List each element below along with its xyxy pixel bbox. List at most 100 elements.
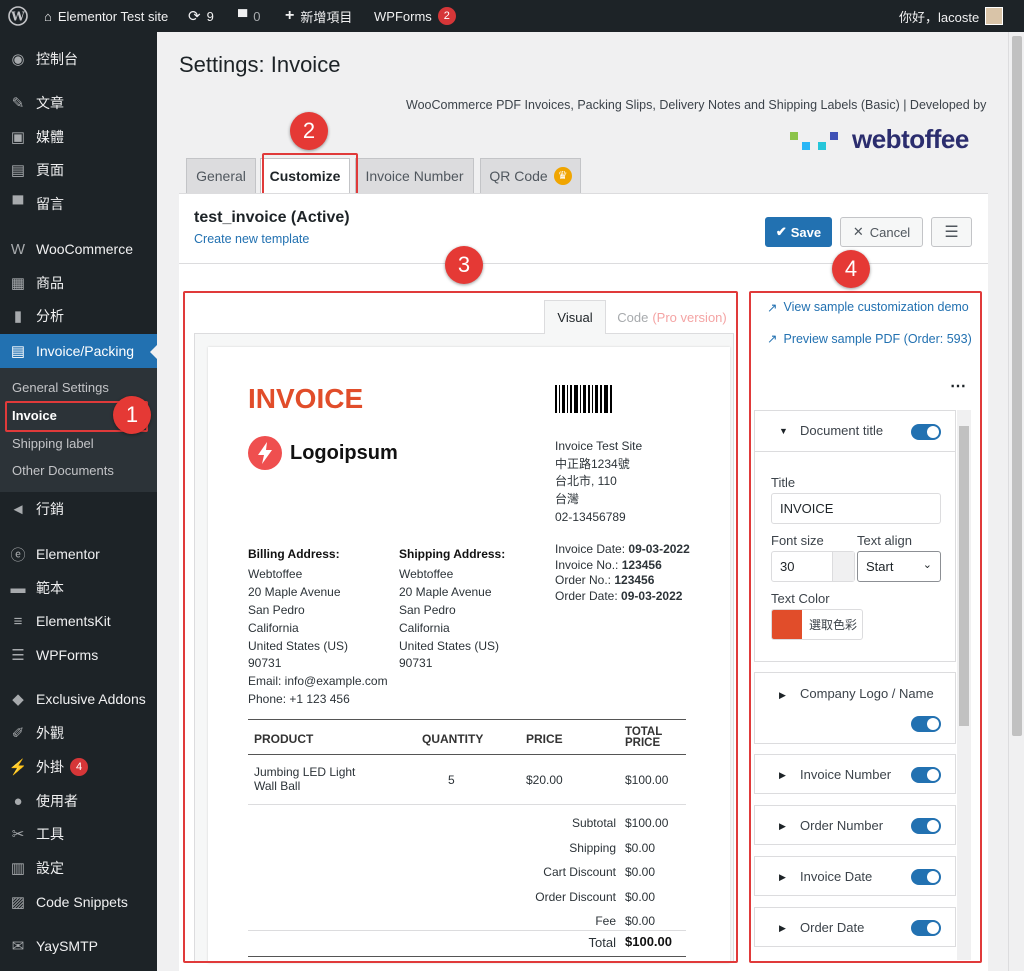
create-template-link[interactable]: Create new template	[194, 232, 309, 246]
avatar	[985, 7, 1004, 25]
highlight-box-editor	[183, 291, 738, 963]
annotation-marker-3: 3	[445, 246, 483, 284]
sidebar-item-label: YaySMTP	[36, 938, 98, 954]
plugin-update-badge: 4	[70, 758, 88, 776]
sidebar-item--9[interactable]: ◄ 行銷	[0, 492, 157, 526]
admin-bar: W ⌂ Elementor Test site ⟳ 9 ▀ 0 + 新增項目 W…	[0, 0, 1024, 32]
menu-button[interactable]: ☰	[931, 217, 972, 247]
sidebar-item-code-snippets[interactable]: ▨ Code Snippets	[0, 885, 157, 919]
save-button[interactable]: ✔ Save	[765, 217, 832, 247]
sidebar-item-invoice-packing[interactable]: ▤ Invoice/Packing	[0, 334, 157, 368]
plugin-credit: WooCommerce PDF Invoices, Packing Slips,…	[406, 98, 987, 112]
sidebar-item-label: Code Snippets	[36, 894, 128, 910]
sidebar-item--15[interactable]: ✐ 外觀	[0, 716, 157, 750]
ek-icon: ≡	[13, 612, 23, 630]
sidebar-item--11[interactable]: ▬ 範本	[0, 571, 157, 605]
pin-icon: ✎	[11, 95, 25, 112]
submenu-shipping-label[interactable]: Shipping label	[12, 436, 94, 451]
sidebar-item-label: WooCommerce	[36, 241, 133, 257]
sidebar-item--16[interactable]: ⚡ 外掛 4	[0, 750, 157, 784]
mail-icon: ✉	[11, 938, 25, 955]
tab-invoice-number[interactable]: Invoice Number	[355, 158, 474, 193]
tab-general[interactable]: General	[186, 158, 256, 193]
sidebar-item--7[interactable]: ▮ 分析	[0, 299, 157, 333]
highlight-box-customize	[262, 153, 358, 197]
sidebar-item-label: 留言	[36, 196, 64, 212]
sidebar-item-label: 使用者	[36, 793, 78, 809]
sidebar-item-wpforms[interactable]: ☰ WPForms	[0, 638, 157, 672]
page-icon: ▤	[10, 162, 26, 179]
sidebar-item-woocommerce[interactable]: W WooCommerce	[0, 232, 157, 266]
dashboard-icon: ◉	[11, 51, 25, 68]
check-icon: ✔	[775, 224, 787, 239]
sidebar-item-label: 媒體	[36, 129, 64, 145]
megaphone-icon: ◄	[10, 500, 26, 518]
code-icon: ▨	[10, 894, 26, 911]
chart-icon: ▮	[13, 308, 23, 325]
wpforms-badge: 2	[437, 7, 456, 25]
sidebar-item--2[interactable]: ▣ 媒體	[0, 120, 157, 154]
sidebar-item--1[interactable]: ✎ 文章	[0, 86, 157, 120]
sidebar-item-label: 範本	[36, 580, 64, 596]
sidebar-item--0[interactable]: ◉ 控制台	[0, 42, 157, 76]
updates-link[interactable]: ⟳ 9	[188, 0, 214, 32]
account-menu[interactable]: 你好，lacoste	[899, 0, 1004, 32]
sidebar-item-elementor[interactable]: ⓔ Elementor	[0, 537, 157, 571]
cancel-button[interactable]: ✕ Cancel	[840, 217, 923, 247]
annotation-marker-1: 1	[113, 396, 151, 434]
webtoffee-mark-icon	[790, 131, 838, 150]
comment-icon: ▀	[12, 195, 24, 213]
wordpress-logo-icon[interactable]: W	[8, 0, 28, 32]
new-item-link[interactable]: + 新增項目	[285, 0, 352, 32]
submenu-other-documents[interactable]: Other Documents	[12, 463, 114, 478]
sidebar-item-label: 文章	[36, 95, 64, 111]
plus-icon: +	[285, 7, 295, 24]
sidebar-item-label: Elementor	[36, 546, 100, 562]
sidebar-item-label: WPForms	[36, 647, 99, 663]
addons-icon: ◆	[12, 691, 24, 708]
submenu-general-settings[interactable]: General Settings	[12, 380, 109, 395]
user-icon: ●	[13, 792, 23, 810]
sidebar-item--4[interactable]: ▀ 留言	[0, 187, 157, 221]
wrench-icon: ✂	[11, 826, 25, 843]
sidebar-item-elementskit[interactable]: ≡ ElementsKit	[0, 604, 157, 638]
page-scrollbar[interactable]	[1008, 32, 1024, 971]
wpforms-link[interactable]: WPForms 2	[374, 0, 456, 32]
sidebar-item--18[interactable]: ✂ 工具	[0, 817, 157, 851]
template-name: test_invoice (Active)	[194, 209, 350, 226]
plugin-icon: ⚡	[8, 759, 28, 776]
sidebar-item-label: 行銷	[36, 501, 64, 517]
brush-icon: ✐	[11, 725, 25, 742]
webtoffee-logo[interactable]: webtoffee	[790, 124, 969, 155]
sidebar-item-label: 工具	[36, 826, 64, 842]
sidebar-item-label: Invoice/Packing	[36, 343, 135, 359]
media-icon: ▣	[10, 129, 26, 146]
svg-text:W: W	[10, 10, 25, 24]
woo-icon: W	[10, 240, 26, 258]
sidebar-item--3[interactable]: ▤ 頁面	[0, 153, 157, 187]
page-scrollbar-thumb[interactable]	[1012, 36, 1022, 736]
folder-icon: ▬	[10, 579, 26, 597]
site-name-link[interactable]: ⌂ Elementor Test site	[44, 0, 168, 32]
annotation-marker-4: 4	[832, 250, 870, 288]
sidebar-item-label: 外觀	[36, 725, 64, 741]
sidebar-item-label: 外掛	[36, 759, 64, 775]
active-menu-arrow	[150, 344, 158, 360]
document-icon: ▤	[10, 343, 26, 360]
elementor-icon: ⓔ	[10, 546, 26, 564]
sidebar-item-label: 分析	[36, 308, 64, 324]
sidebar-item-label: 設定	[36, 860, 64, 876]
sidebar-item-yaysmtp[interactable]: ✉ YaySMTP	[0, 929, 157, 963]
sidebar-item-label: 頁面	[36, 162, 64, 178]
tab-qr-code[interactable]: QR Code ♛	[480, 158, 581, 193]
sidebar-item-exclusive-addons[interactable]: ◆ Exclusive Addons	[0, 682, 157, 716]
form-icon: ☰	[11, 647, 25, 664]
sidebar-item-label: 商品	[36, 275, 64, 291]
annotation-marker-2: 2	[290, 112, 328, 150]
comments-link[interactable]: ▀ 0	[238, 0, 260, 32]
sidebar-item--6[interactable]: ▦ 商品	[0, 266, 157, 300]
sidebar-item--19[interactable]: ▥ 設定	[0, 851, 157, 885]
home-icon: ⌂	[44, 8, 52, 24]
sidebar-item--17[interactable]: ● 使用者	[0, 784, 157, 818]
page-title: Settings: Invoice	[179, 52, 341, 77]
